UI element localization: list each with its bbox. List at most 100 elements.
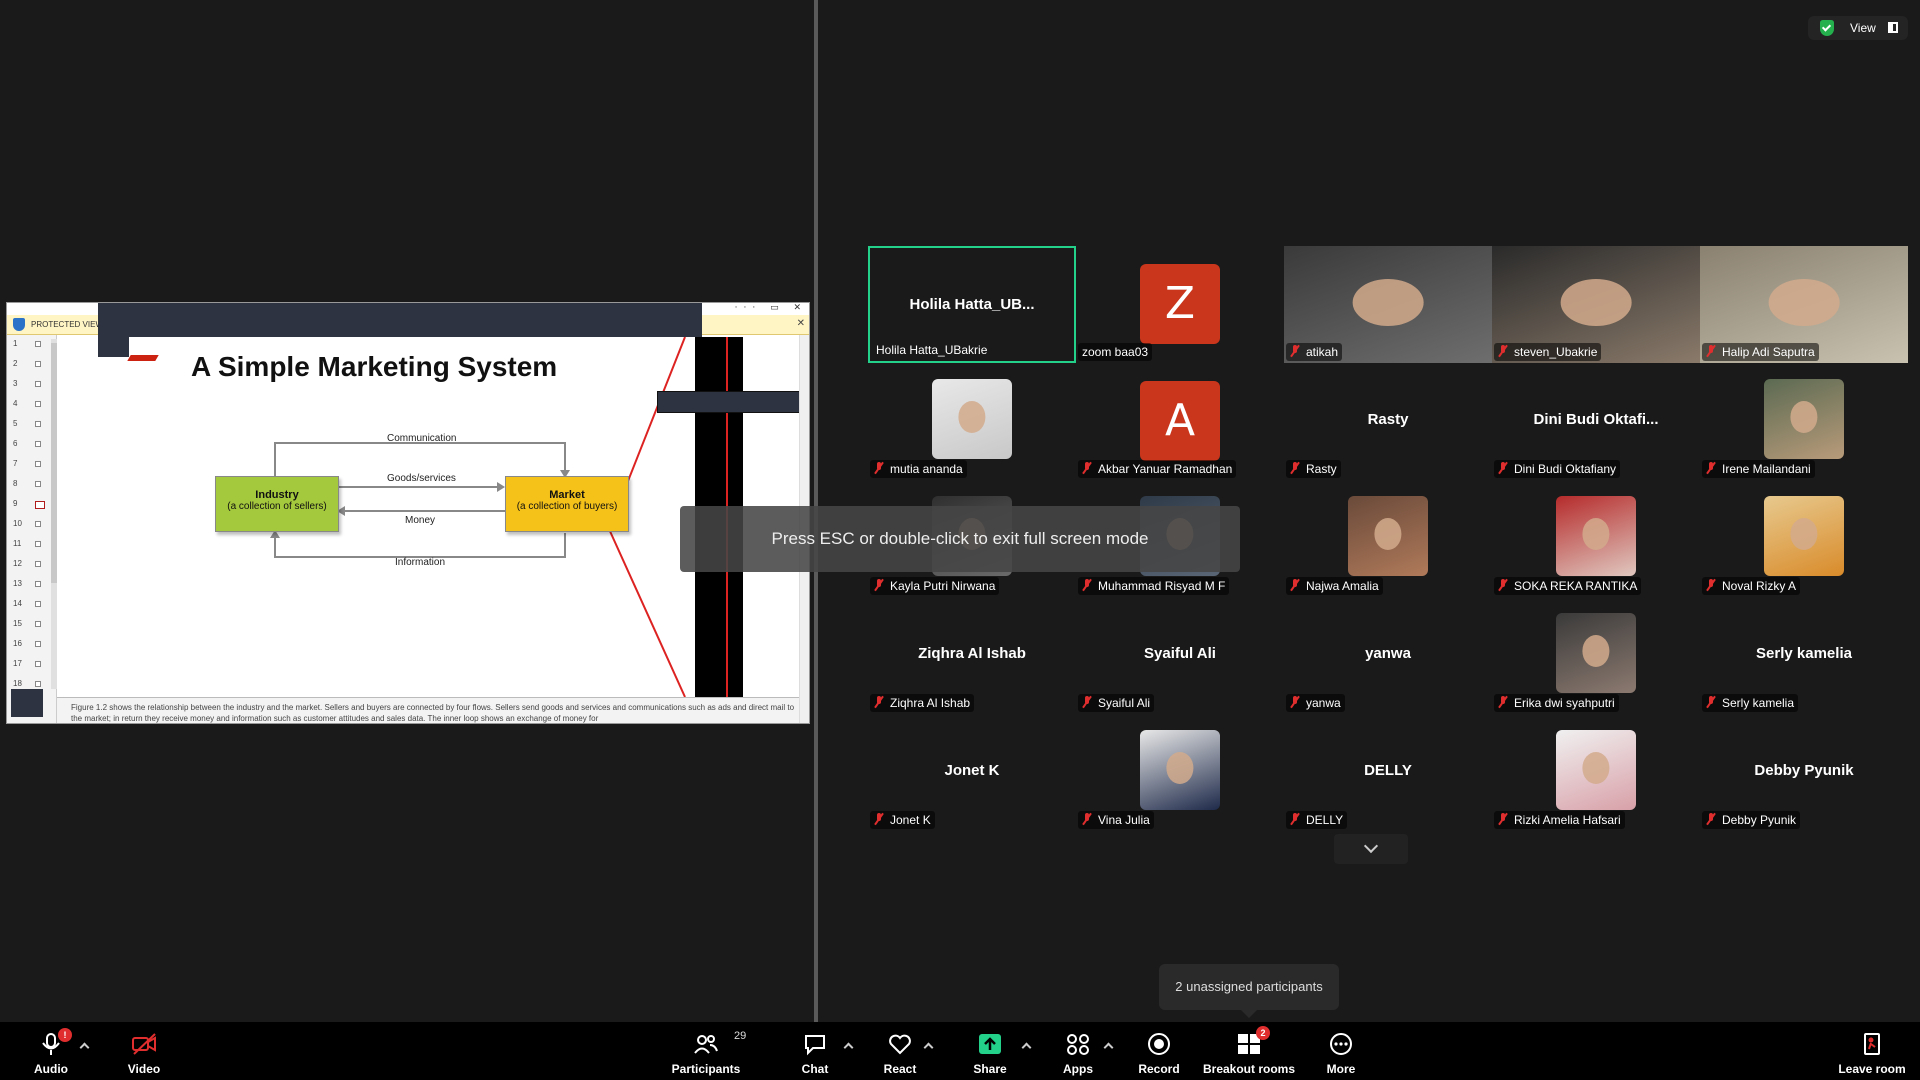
slide-thumbnail[interactable]: 14 [13,597,53,613]
participant-tile-debby[interactable]: Debby Pyunik Debby Pyunik [1700,714,1908,831]
slide-thumbnail[interactable]: 15 [13,617,53,633]
breakout-badge: 2 [1256,1026,1270,1040]
audio-alert-badge: ! [58,1028,72,1042]
chat-button[interactable]: Chat [790,1022,840,1080]
gallery-next-page-button[interactable] [1334,834,1408,864]
participant-name: zoom baa03 [1082,345,1149,359]
participant-tile-vina[interactable]: Vina Julia [1076,714,1284,831]
participant-name-label: atikah [1286,343,1343,361]
slide-thumbnail-number: 2 [13,359,18,368]
mic-muted-icon [1082,579,1092,591]
slide-thumbnail[interactable]: 5 [13,417,53,433]
slide-thumbnail[interactable]: 7 [13,457,53,473]
leave-room-button[interactable]: Leave room [1834,1022,1910,1080]
mic-muted-icon [1498,696,1508,708]
participant-name: SOKA REKA RANTIKA [1514,579,1638,593]
participant-name: Jonet K [890,813,931,827]
participant-tile-delly[interactable]: DELLY DELLY [1284,714,1492,831]
mic-muted-icon [1290,696,1300,708]
apps-button[interactable]: Apps [1054,1022,1102,1080]
participant-tile-atikah[interactable]: atikah [1284,246,1492,363]
slide-thumbnail[interactable]: 12 [13,557,53,573]
participant-tile-halip[interactable]: Halip Adi Saputra [1700,246,1908,363]
participant-tile-najwa[interactable]: Najwa Amalia [1284,480,1492,597]
participant-tile-rasty[interactable]: Rasty Rasty [1284,363,1492,480]
participant-name: DELLY [1306,813,1344,827]
slide-thumbnail-number: 15 [13,619,22,628]
participant-name: Vina Julia [1098,813,1150,827]
record-icon [1148,1033,1170,1055]
participant-name-label: Vina Julia [1078,811,1154,829]
slide-thumbnail[interactable]: 2 [13,357,53,373]
participant-tile-akbar[interactable]: A Akbar Yanuar Ramadhan [1076,363,1284,480]
share-button[interactable]: Share [964,1022,1016,1080]
slide-thumbnail[interactable]: 17 [13,657,53,673]
slide-thumbnail[interactable]: 10 [13,517,53,533]
close-icon: ✕ [796,318,805,329]
mic-muted-icon [1082,696,1092,708]
slide-thumbnail[interactable]: 8 [13,477,53,493]
participant-tile-holila[interactable]: Holila Hatta_UB... Holila Hatta_UBakrie [868,246,1076,363]
participant-name-label: Debby Pyunik [1702,811,1801,829]
more-icon [1330,1033,1352,1055]
slide-thumbnail[interactable]: 11 [13,537,53,553]
participant-name: atikah [1306,345,1339,359]
participant-tile-jonet[interactable]: Jonet K Jonet K [868,714,1076,831]
participant-tile-yanwa[interactable]: yanwa yanwa [1284,597,1492,714]
participant-name: Debby Pyunik [1722,813,1797,827]
participant-name-label: Dini Budi Oktafiany [1494,460,1621,478]
slide-thumbnail[interactable]: 1 [13,337,53,353]
more-button[interactable]: More [1316,1022,1366,1080]
participant-tile-mutia[interactable]: mutia ananda [868,363,1076,480]
chat-options-caret[interactable] [844,1040,854,1050]
participant-tile-syaiful[interactable]: Syaiful Ali Syaiful Ali [1076,597,1284,714]
participant-tile-steven[interactable]: steven_Ubakrie [1492,246,1700,363]
slide-thumbnail[interactable]: 9 [13,497,53,513]
participant-tile-soka[interactable]: SOKA REKA RANTIKA [1492,480,1700,597]
mic-muted-icon [1498,462,1508,474]
view-button[interactable]: View [1808,16,1908,40]
participant-tile-serly[interactable]: Serly kamelia Serly kamelia [1700,597,1908,714]
react-options-caret[interactable] [924,1040,934,1050]
leave-room-icon [1864,1033,1880,1055]
audio-label: Audio [34,1062,68,1076]
participants-button[interactable]: 29 Participants [668,1022,747,1080]
redacted-region [657,391,801,413]
participant-display-name: yanwa [1365,645,1411,662]
slide-thumbnail[interactable]: 16 [13,637,53,653]
audio-options-caret[interactable] [80,1040,90,1050]
participant-tile-ziqhra[interactable]: Ziqhra Al Ishab Ziqhra Al Ishab [868,597,1076,714]
shield-icon [13,318,25,331]
avatar-photo [1556,730,1636,810]
mic-muted-icon [1290,813,1300,825]
participant-tile-rizki[interactable]: Rizki Amelia Hafsari [1492,714,1700,831]
chat-icon [805,1035,825,1056]
slide-thumbnail[interactable]: 13 [13,577,53,593]
view-label: View [1850,21,1876,35]
slide-thumbnail[interactable]: 4 [13,397,53,413]
apps-options-caret[interactable] [1104,1040,1114,1050]
participant-tile-noval[interactable]: Noval Rizky A [1700,480,1908,597]
participant-tile-irene[interactable]: Irene Mailandani [1700,363,1908,480]
share-options-caret[interactable] [1022,1040,1032,1050]
slide-thumbnail-number: 8 [13,479,18,488]
unassigned-participants-tooltip[interactable]: 2 unassigned participants [1159,964,1339,1018]
audio-button[interactable]: ! Audio [20,1022,82,1080]
slide-thumbnail[interactable]: 3 [13,377,53,393]
record-button[interactable]: Record [1132,1022,1186,1080]
participant-name-label: Halip Adi Saputra [1702,343,1819,361]
slide-thumbnail[interactable]: 6 [13,437,53,453]
participant-tile-zoom-baa03[interactable]: Zzoom baa03 [1076,246,1284,363]
participant-tile-dini[interactable]: Dini Budi Oktafi... Dini Budi Oktafiany [1492,363,1700,480]
participant-tile-erika[interactable]: Erika dwi syahputri [1492,597,1700,714]
react-button[interactable]: React [876,1022,924,1080]
breakout-rooms-button[interactable]: 2 Breakout rooms [1202,1022,1296,1080]
goods-services-label: Goods/services [387,473,456,484]
video-off-icon [132,1033,156,1055]
speaker-notes-pane: Figure 1.2 shows the relationship betwee… [57,697,809,723]
encryption-shield-icon [1820,20,1834,36]
person-silhouette [1560,278,1632,326]
mic-muted-icon [1706,462,1716,474]
mic-muted-icon [1706,345,1716,357]
video-button[interactable]: Video [114,1022,174,1080]
